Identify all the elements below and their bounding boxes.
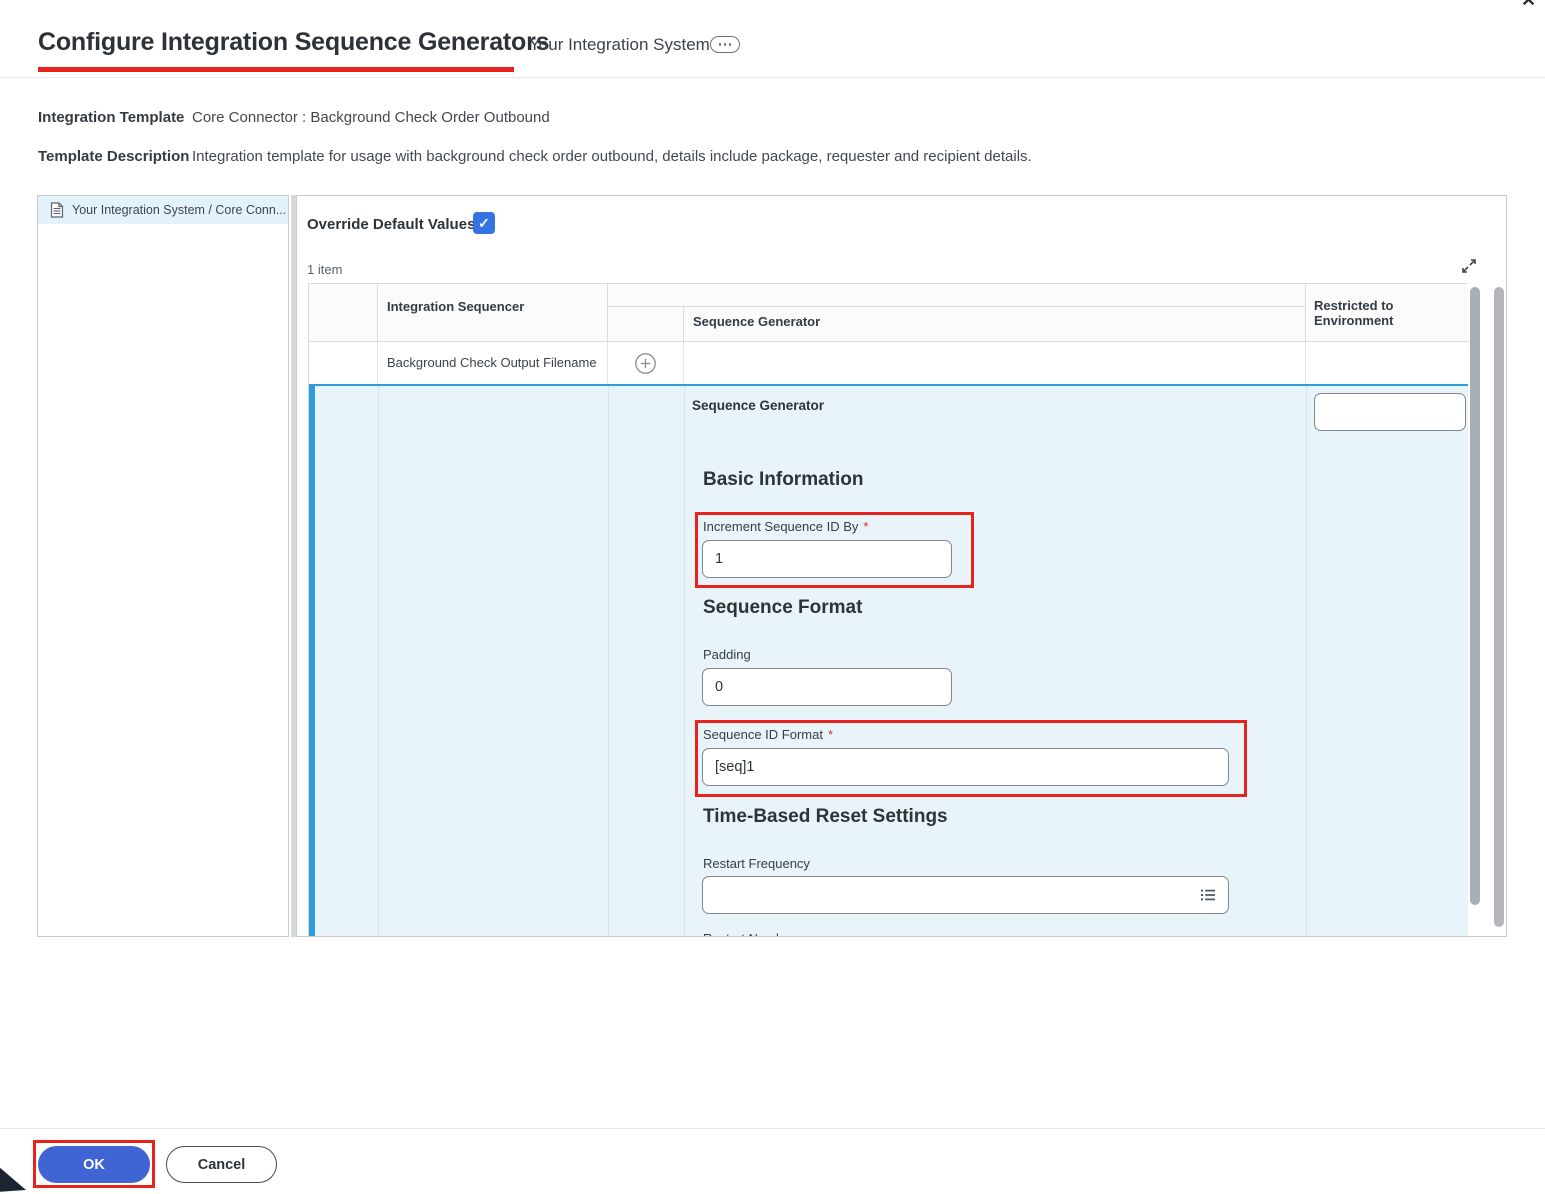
check-icon: ✓ — [478, 214, 490, 231]
document-icon — [50, 202, 64, 218]
related-actions-icon[interactable] — [710, 36, 740, 53]
basic-information-title: Basic Information — [703, 469, 864, 490]
override-default-values-checkbox[interactable]: ✓ — [473, 212, 495, 234]
integration-template-value: Core Connector : Background Check Order … — [192, 109, 550, 126]
time-based-reset-title: Time-Based Reset Settings — [703, 806, 948, 827]
integration-template-label: Integration Template — [38, 109, 185, 126]
expanded-row-accent-bar — [309, 386, 315, 936]
row-integration-sequencer-cell: Background Check Output Filename — [378, 342, 608, 384]
page-subtitle: Your Integration System — [529, 35, 710, 54]
restart-frequency-input[interactable] — [702, 876, 1229, 914]
expand-table-icon[interactable] — [1460, 257, 1478, 275]
required-asterisk: * — [827, 727, 834, 742]
main-panel: Override Default Values ✓ 1 item Integra… — [296, 195, 1507, 937]
close-icon[interactable]: ✕ — [1521, 0, 1536, 11]
row-sequence-generator-cell — [684, 342, 1306, 384]
padding-label: Padding — [703, 647, 751, 662]
mouse-cursor — [0, 1167, 26, 1192]
configure-integration-sequence-generators-page: ✕ Configure Integration Sequence Generat… — [0, 0, 1545, 1194]
header-restricted-to-environment: Restricted to Environment — [1306, 284, 1468, 342]
restricted-to-environment-input[interactable] — [1314, 393, 1466, 431]
row-add-cell — [608, 342, 684, 384]
restart-frequency-label: Restart Frequency — [703, 856, 810, 871]
increment-sequence-id-input[interactable] — [702, 540, 952, 578]
cancel-button[interactable]: Cancel — [166, 1146, 277, 1183]
header-empty-cell — [309, 284, 378, 342]
item-count: 1 item — [307, 262, 343, 277]
sequence-generator-editor: Sequence Generator Basic Information Inc… — [309, 386, 1468, 936]
sidebar: Your Integration System / Core Conn... — [37, 195, 289, 937]
row-restricted-cell — [1306, 342, 1468, 384]
sequence-id-format-input[interactable] — [702, 748, 1229, 786]
required-asterisk: * — [863, 519, 869, 534]
prompt-list-icon[interactable] — [1199, 886, 1217, 904]
sidebar-item-integration-system[interactable]: Your Integration System / Core Conn... — [38, 196, 288, 224]
table-scrollbar[interactable] — [1470, 287, 1480, 905]
add-sequence-generator-icon[interactable] — [635, 352, 656, 374]
ok-button[interactable]: OK — [38, 1146, 150, 1183]
restart-frequency-field — [702, 876, 1229, 914]
restart-number-label: Restart Number — [703, 931, 795, 936]
header-divider — [0, 77, 1545, 78]
header-integration-sequencer: Integration Sequencer — [378, 284, 608, 342]
template-description-label: Template Description — [38, 148, 190, 165]
page-title: Configure Integration Sequence Generator… — [38, 28, 550, 56]
padding-input[interactable] — [702, 668, 952, 706]
footer-divider — [0, 1128, 1545, 1129]
header-sequence-generator: Sequence Generator — [684, 307, 1306, 342]
sidebar-item-label: Your Integration System / Core Conn... — [72, 203, 287, 217]
title-underline — [38, 67, 514, 72]
header-group-cell — [608, 284, 1306, 307]
template-description-value: Integration template for usage with back… — [192, 148, 1032, 165]
panel-scrollbar[interactable] — [1494, 287, 1504, 927]
increment-sequence-id-label: Increment Sequence ID By * — [703, 519, 869, 534]
sequence-format-title: Sequence Format — [703, 597, 863, 618]
sequence-generators-table: Integration Sequencer Sequence Generator… — [308, 283, 1468, 936]
sequence-id-format-label: Sequence ID Format * — [703, 727, 834, 742]
sequence-generator-field-label: Sequence Generator — [692, 398, 825, 413]
header-add-column — [608, 307, 684, 342]
override-default-values-label: Override Default Values — [307, 216, 476, 233]
row-select-cell — [309, 342, 378, 384]
